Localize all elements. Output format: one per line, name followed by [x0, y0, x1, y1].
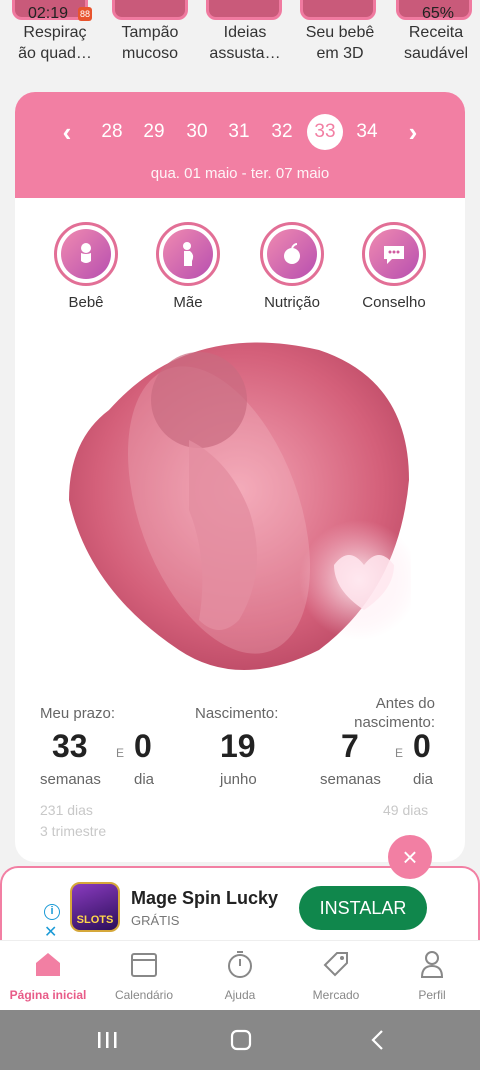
- close-ad-button[interactable]: ×: [388, 835, 432, 879]
- install-button[interactable]: INSTALAR: [299, 886, 427, 930]
- category-mother[interactable]: Mãe: [143, 222, 233, 311]
- chevron-right-icon[interactable]: ›: [401, 114, 425, 150]
- week-item[interactable]: 30: [179, 114, 215, 150]
- app-icon-text: SLOTS: [76, 914, 114, 926]
- trimester: 3 trimestre: [40, 823, 107, 839]
- pregnancy-week-card: ‹ 28 29 30 31 32 33 34 › qua. 01 maio - …: [15, 92, 465, 862]
- birth-month: junho: [220, 771, 257, 788]
- story-label[interactable]: Seu bebê em 3D: [290, 22, 390, 64]
- week-selector: ‹ 28 29 30 31 32 33 34 › qua. 01 maio - …: [15, 92, 465, 198]
- and-label: E: [116, 746, 125, 760]
- weeks-unit: semanas: [320, 771, 381, 788]
- before-total-days: 49 dias: [383, 802, 429, 818]
- before-weeks: 7: [341, 728, 359, 764]
- term-label: Meu prazo:: [40, 705, 116, 722]
- nav-profile[interactable]: Perfil: [384, 949, 480, 1002]
- status-time: 02:19: [28, 5, 69, 22]
- ad-title[interactable]: Mage Spin Lucky: [131, 888, 278, 909]
- system-nav-bar: [0, 1010, 480, 1070]
- story-label[interactable]: Ideias assusta…: [195, 22, 295, 64]
- category-baby[interactable]: Bebê: [41, 222, 131, 311]
- date-range: qua. 01 maio - ter. 07 maio: [150, 165, 330, 182]
- status-bar: 02:19 88 65%: [0, 0, 480, 28]
- chat-icon: [369, 229, 419, 279]
- nav-label: Mercado: [312, 988, 360, 1002]
- battery-level: 65%: [421, 5, 454, 22]
- recent-apps-icon[interactable]: [98, 1032, 117, 1048]
- bottom-nav: Página inicial Calendário Ajuda Mercado …: [0, 940, 480, 1010]
- term-weeks: 33: [52, 728, 88, 764]
- info-icon[interactable]: i: [44, 904, 60, 920]
- app-icon[interactable]: SLOTS: [70, 882, 120, 932]
- mother-icon: [163, 229, 213, 279]
- birth-label: Nascimento:: [195, 705, 279, 722]
- total-days: 231 dias: [40, 802, 93, 818]
- week-item[interactable]: 34: [349, 114, 385, 150]
- before-birth-label: Antes do nascimento:: [354, 695, 435, 731]
- nav-market[interactable]: Mercado: [288, 949, 384, 1002]
- week-item[interactable]: 29: [136, 114, 172, 150]
- nav-calendar[interactable]: Calendário: [96, 949, 192, 1002]
- nav-help[interactable]: Ajuda: [192, 949, 288, 1002]
- nav-label: Calendário: [114, 988, 174, 1002]
- nav-label: Perfil: [418, 988, 446, 1002]
- category-label: Bebê: [68, 294, 104, 311]
- story-label[interactable]: Receita saudável: [386, 22, 480, 64]
- nav-label: Página inicial: [9, 988, 87, 1002]
- before-days: 0: [413, 728, 431, 764]
- tag-icon: [323, 952, 348, 977]
- category-advice[interactable]: Conselho: [349, 222, 439, 311]
- story-label[interactable]: Respiraç ão quad…: [5, 22, 105, 64]
- week-item-active[interactable]: 33: [307, 114, 343, 150]
- apple-icon: [267, 229, 317, 279]
- category-label: Mãe: [173, 294, 203, 311]
- story-label[interactable]: Tampão mucoso: [100, 22, 200, 64]
- week-item[interactable]: 28: [94, 114, 130, 150]
- nav-label: Ajuda: [224, 988, 256, 1002]
- fetus-illustration: [69, 342, 411, 670]
- close-icon[interactable]: ✕: [44, 922, 57, 942]
- notification-badge: 88: [78, 7, 92, 21]
- baby-icon: [61, 229, 111, 279]
- term-days: 0: [134, 728, 152, 764]
- calendar-icon: [131, 953, 157, 977]
- timer-icon: [228, 951, 252, 978]
- days-unit: dia: [413, 771, 434, 788]
- ad-subtitle: GRÁTIS: [131, 913, 180, 928]
- week-item[interactable]: 32: [264, 114, 300, 150]
- back-icon[interactable]: [371, 1030, 383, 1050]
- category-nutrition[interactable]: Nutrição: [247, 222, 337, 311]
- person-icon: [420, 951, 444, 978]
- category-label: Nutrição: [264, 294, 320, 311]
- weeks-unit: semanas: [40, 771, 101, 788]
- and-label: E: [395, 746, 404, 760]
- home-button-icon[interactable]: [230, 1029, 252, 1051]
- home-icon: [36, 953, 60, 976]
- chevron-left-icon[interactable]: ‹: [55, 114, 79, 150]
- nav-home[interactable]: Página inicial: [0, 949, 96, 1002]
- category-label: Conselho: [362, 294, 426, 311]
- birth-day: 19: [220, 728, 256, 764]
- week-item[interactable]: 31: [221, 114, 257, 150]
- days-unit: dia: [134, 771, 155, 788]
